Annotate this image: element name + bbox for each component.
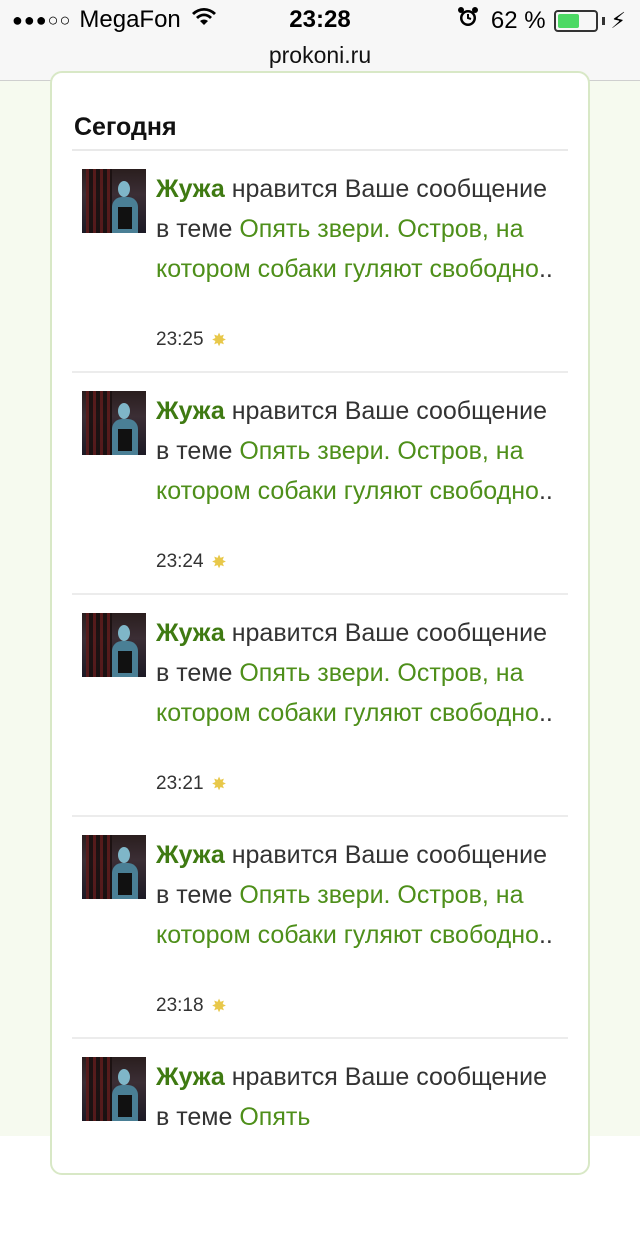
battery-level-fill	[557, 13, 579, 28]
sun-icon: ✸	[211, 774, 227, 794]
user-avatar[interactable]	[82, 1057, 146, 1121]
user-link[interactable]: Жужа	[156, 619, 225, 647]
user-avatar[interactable]	[82, 835, 146, 899]
notification-text: Жужа нравится Ваше сообщение в теме Опят…	[156, 169, 566, 289]
notification-text: Жужа нравится Ваше сообщение в теме Опят…	[156, 1057, 566, 1137]
ellipsis: ..	[538, 477, 553, 505]
ellipsis: ..	[538, 921, 553, 949]
notification-item: Жужа нравится Ваше сообщение в теме Опят…	[72, 817, 568, 1039]
charging-bolt-icon: ⚡︎	[610, 7, 626, 33]
user-link[interactable]: Жужа	[156, 397, 225, 425]
sun-icon: ✸	[211, 552, 227, 572]
url-text[interactable]: prokoni.ru	[269, 42, 371, 68]
user-link[interactable]: Жужа	[156, 175, 225, 203]
notification-meta: 23:18 ✸	[156, 995, 227, 1017]
user-avatar[interactable]	[82, 169, 146, 233]
status-bar: ●●●○○ MegaFon 23:28 62 % ⚡︎	[0, 0, 640, 40]
notification-meta: 23:25 ✸	[156, 329, 227, 351]
notification-text: Жужа нравится Ваше сообщение в теме Опят…	[156, 613, 566, 733]
battery-tip	[601, 16, 605, 25]
section-title: Сегодня	[74, 113, 177, 141]
topic-link[interactable]: Опять	[239, 1103, 310, 1131]
user-avatar[interactable]	[82, 613, 146, 677]
alarm-icon	[457, 6, 479, 35]
notification-item: Жужа нравится Ваше сообщение в теме Опят…	[72, 1039, 568, 1259]
battery-percent: 62 %	[490, 6, 546, 34]
user-link[interactable]: Жужа	[156, 841, 225, 869]
ellipsis: ..	[538, 255, 553, 283]
notification-time: 23:21	[156, 773, 204, 794]
battery-icon	[553, 9, 598, 32]
page-background: Сегодня Жужа нравится Ваше сообщение в т…	[0, 71, 640, 1175]
notification-meta: 23:21 ✸	[156, 773, 227, 795]
notification-time: 23:25	[156, 329, 204, 350]
notification-item: Жужа нравится Ваше сообщение в теме Опят…	[72, 595, 568, 817]
status-right: 62 % ⚡︎	[457, 6, 626, 35]
notification-time: 23:18	[156, 995, 204, 1016]
user-link[interactable]: Жужа	[156, 1063, 225, 1091]
notification-meta: 23:24 ✸	[156, 551, 227, 573]
notifications-card: Сегодня Жужа нравится Ваше сообщение в т…	[50, 71, 590, 1175]
user-avatar[interactable]	[82, 391, 146, 455]
notification-text: Жужа нравится Ваше сообщение в теме Опят…	[156, 391, 566, 511]
ellipsis: ..	[538, 699, 553, 727]
notification-time: 23:24	[156, 551, 204, 572]
notification-item: Жужа нравится Ваше сообщение в теме Опят…	[72, 373, 568, 595]
sun-icon: ✸	[211, 996, 227, 1016]
sun-icon: ✸	[211, 330, 227, 350]
notification-text: Жужа нравится Ваше сообщение в теме Опят…	[156, 835, 566, 955]
notification-item: Жужа нравится Ваше сообщение в теме Опят…	[72, 151, 568, 373]
